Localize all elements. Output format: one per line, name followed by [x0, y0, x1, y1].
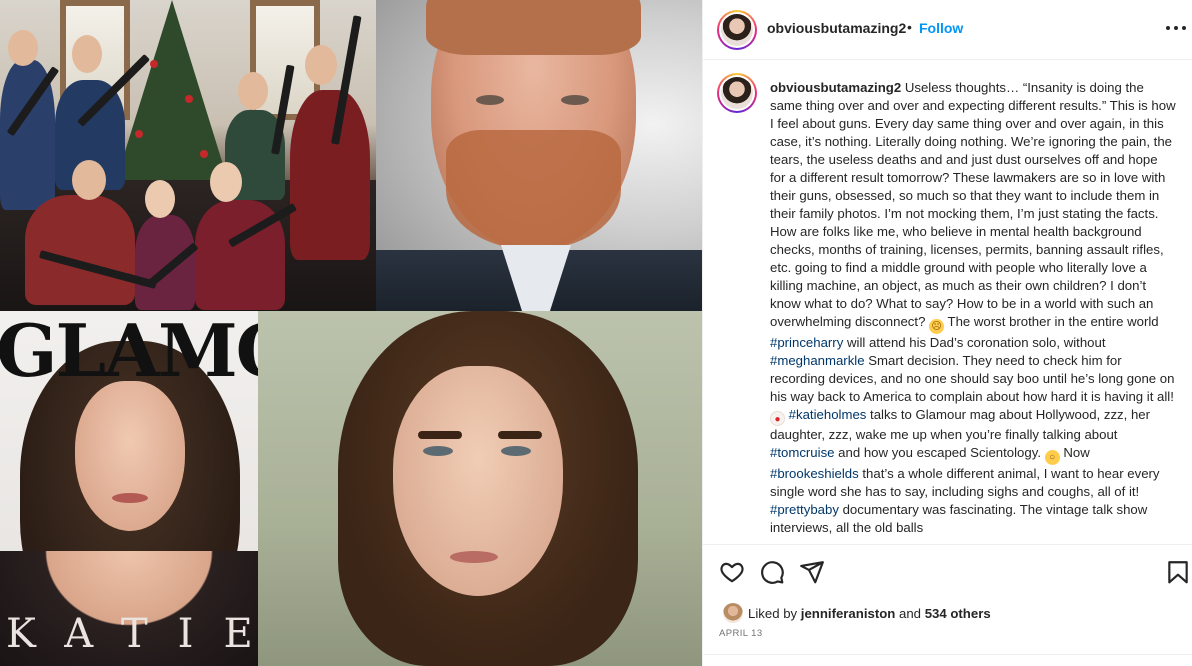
more-horizontal-icon[interactable]: [1165, 18, 1187, 38]
ornament: [185, 95, 193, 103]
magazine-cover: GLAMOUR KATIE: [0, 311, 258, 666]
ornament: [200, 150, 208, 158]
lips: [450, 551, 498, 563]
lips: [112, 493, 148, 503]
post-header: obviousbutamazing2 • Follow: [703, 0, 1192, 60]
person: [135, 215, 195, 310]
caption-text: Now: [1063, 445, 1090, 460]
post-date[interactable]: APRIL 13: [719, 628, 763, 639]
person-head: [72, 35, 102, 73]
separator-dot: •: [907, 19, 912, 35]
hashtag-link[interactable]: #prettybaby: [770, 502, 839, 517]
family-photo: [0, 0, 376, 311]
hashtag-link[interactable]: #princeharry: [770, 335, 843, 350]
post-media[interactable]: GLAMOUR KATIE: [0, 0, 702, 666]
heart-icon[interactable]: [719, 559, 745, 585]
astonished-face-icon: ○: [1044, 450, 1060, 465]
username-link[interactable]: obviousbutamazing2: [767, 20, 906, 36]
pensive-face-icon: ☹: [929, 319, 945, 334]
person-head: [145, 180, 175, 218]
eye: [423, 446, 453, 456]
hashtag-link[interactable]: #katieholmes: [789, 407, 867, 422]
hashtag-link[interactable]: #tomcruise: [770, 445, 835, 460]
likes-and: and: [899, 606, 922, 621]
hashtag-link[interactable]: #meghanmarkle: [770, 353, 865, 368]
caption-text: Useless thoughts… “Insanity is doing the…: [770, 80, 1176, 329]
caption-avatar[interactable]: [717, 73, 757, 113]
hair: [426, 0, 641, 55]
hashtag-link[interactable]: #brookeshields: [770, 466, 859, 481]
caption-text: and how you escaped Scientology.: [838, 445, 1042, 460]
person-head: [305, 45, 337, 85]
magazine-masthead: GLAMOUR: [0, 311, 258, 393]
person: [290, 90, 370, 260]
person-head: [238, 72, 268, 110]
person-head: [210, 162, 242, 202]
eye: [476, 95, 504, 105]
post-actions: Liked by jenniferaniston and 534 others …: [703, 544, 1192, 654]
man-portrait: [376, 0, 702, 311]
clown-face-icon: ●: [770, 411, 785, 426]
divider: [703, 654, 1192, 655]
likes-prefix: Liked by: [748, 606, 798, 621]
eye: [501, 446, 531, 456]
person-head: [72, 160, 106, 200]
ornament: [135, 130, 143, 138]
liker-username[interactable]: jenniferaniston: [801, 606, 896, 621]
face: [75, 381, 185, 531]
caption-username[interactable]: obviousbutamazing2: [770, 80, 901, 95]
caption-text: will attend his Dad’s coronation solo, w…: [846, 335, 1106, 350]
liker-avatar: [723, 603, 743, 623]
caption-text: The worst brother in the entire world: [947, 314, 1159, 329]
woman-portrait: [258, 311, 702, 666]
eye: [561, 95, 589, 105]
comments-area[interactable]: obviousbutamazing2 Useless thoughts… “In…: [703, 61, 1192, 544]
post-panel: obviousbutamazing2 • Follow obviousbutam…: [702, 0, 1192, 666]
beard: [446, 130, 621, 250]
person-head: [8, 30, 38, 66]
post-caption: obviousbutamazing2 Useless thoughts… “In…: [770, 79, 1176, 537]
ornament: [150, 60, 158, 68]
share-icon[interactable]: [799, 559, 825, 585]
eyebrow: [498, 431, 542, 439]
cover-name: KATIE: [6, 611, 258, 657]
bookmark-icon[interactable]: [1165, 559, 1191, 585]
avatar[interactable]: [717, 10, 757, 50]
comment-icon[interactable]: [759, 559, 785, 585]
likes-text: Liked by jenniferaniston and 534 others: [748, 606, 991, 621]
likes-others[interactable]: 534 others: [925, 606, 991, 621]
eyebrow: [418, 431, 462, 439]
follow-button[interactable]: Follow: [919, 20, 963, 36]
